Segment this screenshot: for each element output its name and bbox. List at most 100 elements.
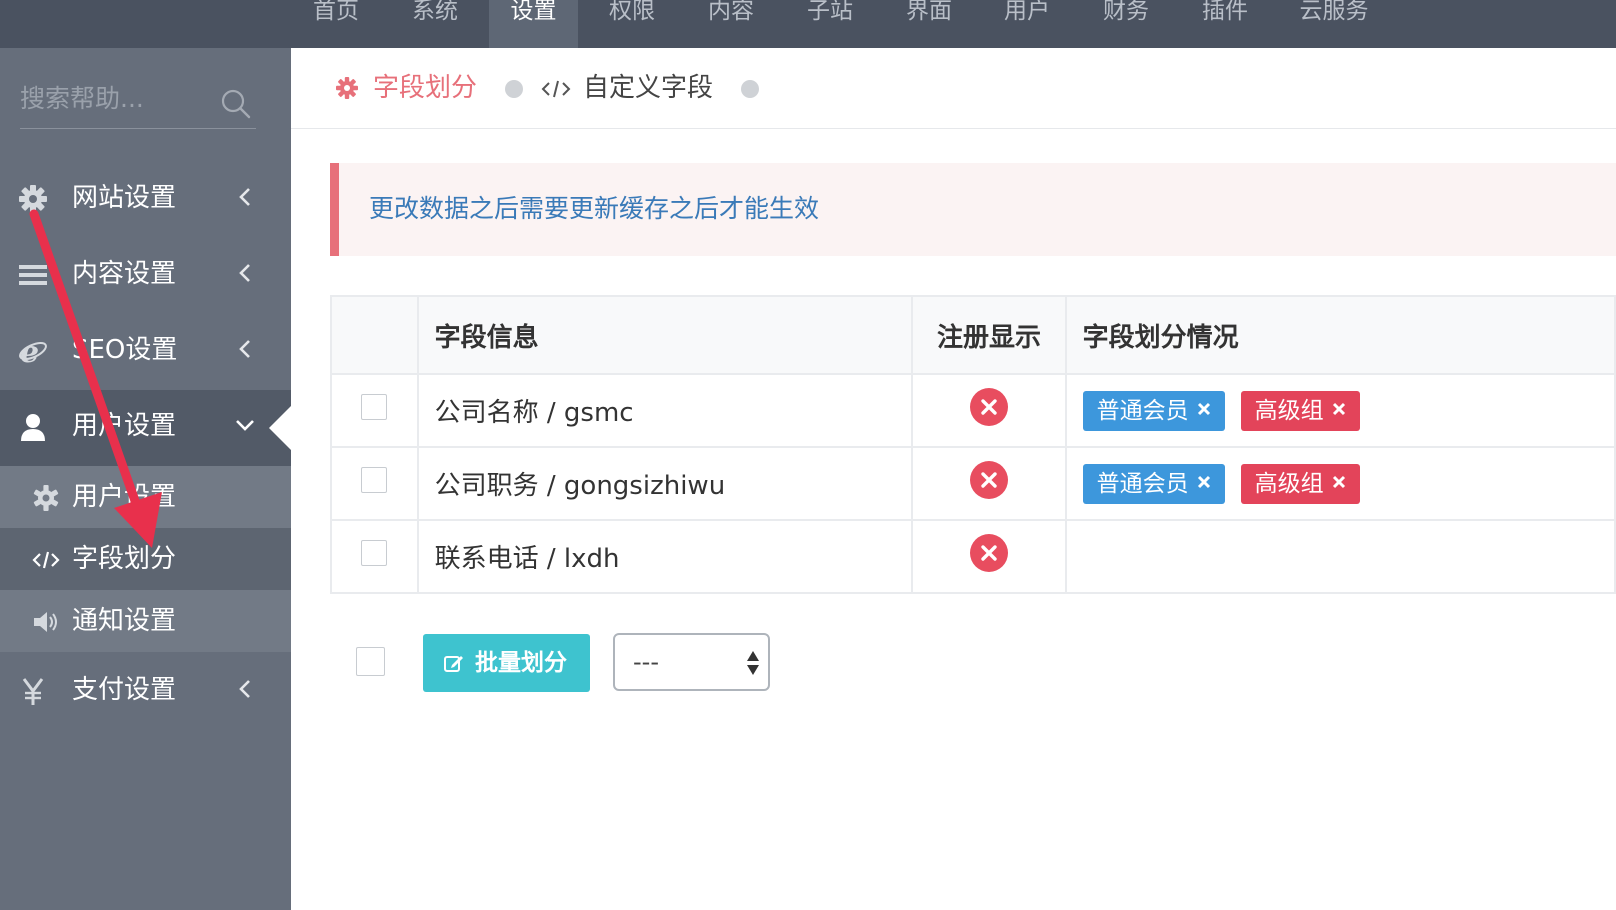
row-select-cell	[330, 373, 419, 448]
group-tag-senior[interactable]: 高级组	[1240, 463, 1360, 504]
batch-divide-button[interactable]: 批量划分	[423, 634, 590, 692]
nav-subsite[interactable]: 子站	[795, 0, 865, 48]
breadcrumb-separator	[505, 80, 523, 98]
row-select-cell	[330, 519, 419, 594]
select-arrows-icon	[747, 651, 759, 675]
sidebar-item-label: 网站设置	[72, 183, 177, 213]
breadcrumb: 字段划分 自定义字段	[291, 48, 1616, 129]
header-select	[330, 295, 419, 375]
breadcrumb-separator	[741, 80, 759, 98]
header-register-display: 注册显示	[911, 295, 1067, 375]
gear-icon	[33, 485, 59, 511]
nav-home[interactable]: 首页	[300, 0, 372, 48]
chevron-left-icon	[239, 264, 250, 282]
close-icon	[981, 545, 997, 561]
volume-icon	[34, 612, 57, 632]
list-icon	[19, 265, 47, 285]
tag-label: 高级组	[1254, 397, 1324, 424]
field-table: 字段信息 注册显示 字段划分情况 公司名称 / gsmc 普通会员 高级组 公司职…	[330, 295, 1616, 594]
cache-notice-alert: 更改数据之后需要更新缓存之后才能生效	[330, 163, 1616, 256]
header-field-info: 字段信息	[416, 295, 914, 375]
select-all-checkbox[interactable]	[356, 647, 385, 676]
register-display-cell	[911, 519, 1067, 594]
sidebar-item-label: SEO设置	[72, 335, 178, 365]
search-icon[interactable]	[220, 88, 252, 120]
tag-label: 普通会员	[1096, 397, 1189, 424]
field-info-cell: 公司名称 / gsmc	[416, 373, 914, 448]
sidebar-item-seo-settings[interactable]: e SEO设置	[0, 314, 291, 390]
row-checkbox[interactable]	[361, 467, 388, 493]
close-icon[interactable]	[1332, 402, 1346, 416]
alert-text: 更改数据之后需要更新缓存之后才能生效	[369, 194, 820, 223]
nav-system[interactable]: 系统	[400, 0, 470, 48]
group-tag-senior[interactable]: 高级组	[1240, 390, 1360, 431]
field-info-cell: 联系电话 / lxdh	[416, 519, 914, 594]
active-indicator-notch	[269, 404, 293, 452]
sidebar-item-label: 内容设置	[72, 259, 177, 289]
register-display-cell	[911, 373, 1067, 448]
code-icon	[32, 551, 60, 569]
tag-label: 普通会员	[1096, 470, 1189, 497]
nav-cloud[interactable]: 云服务	[1288, 0, 1380, 48]
group-tag-regular[interactable]: 普通会员	[1082, 463, 1225, 504]
sidebar-item-content-settings[interactable]: 内容设置	[0, 238, 291, 314]
nav-users[interactable]: 用户	[992, 0, 1062, 48]
sidebar-search	[20, 78, 256, 129]
breadcrumb-current[interactable]: 字段划分	[373, 70, 477, 106]
chevron-left-icon	[239, 680, 250, 698]
close-icon[interactable]	[1332, 475, 1346, 489]
sidebar-item-website-settings[interactable]: 网站设置	[0, 162, 291, 238]
close-icon	[981, 472, 997, 488]
field-info: 联系电话 / lxdh	[434, 544, 620, 574]
header-field-info-label: 字段信息	[434, 322, 539, 353]
field-status-cell	[1064, 519, 1616, 594]
sidebar-subitem-field-division[interactable]: 字段划分	[0, 528, 291, 590]
table-row: 公司名称 / gsmc 普通会员 高级组	[330, 373, 1616, 448]
nav-interface[interactable]: 界面	[894, 0, 964, 48]
sidebar-item-label: 支付设置	[72, 675, 177, 705]
ie-icon: e	[19, 336, 47, 366]
breadcrumb-custom-fields[interactable]: 自定义字段	[583, 70, 713, 106]
nav-permissions[interactable]: 权限	[597, 0, 667, 48]
sidebar-subitem-notification-settings[interactable]: 通知设置	[0, 590, 291, 652]
row-select-cell	[330, 446, 419, 521]
field-info-cell: 公司职务 / gongsizhiwu	[416, 446, 914, 521]
yen-icon	[22, 678, 44, 705]
close-icon	[981, 399, 997, 415]
header-register-display-label: 注册显示	[936, 322, 1041, 353]
header-field-status: 字段划分情况	[1064, 295, 1616, 375]
register-display-toggle[interactable]	[969, 534, 1008, 572]
register-display-toggle[interactable]	[969, 461, 1008, 499]
nav-finance[interactable]: 财务	[1091, 0, 1161, 48]
search-input[interactable]	[20, 78, 210, 118]
chevron-left-icon	[239, 188, 250, 206]
field-status-cell: 普通会员 高级组	[1064, 446, 1616, 521]
nav-settings[interactable]: 设置	[489, 0, 578, 48]
gear-icon	[19, 185, 47, 213]
tag-label: 高级组	[1254, 470, 1324, 497]
table-row: 公司职务 / gongsizhiwu 普通会员 高级组	[330, 446, 1616, 521]
sidebar-subitem-user-settings[interactable]: 用户设置	[0, 466, 291, 528]
nav-content[interactable]: 内容	[696, 0, 766, 48]
sidebar-item-label: 用户设置	[72, 411, 177, 441]
chevron-left-icon	[239, 340, 250, 358]
close-icon[interactable]	[1197, 475, 1211, 489]
group-select-value: ---	[633, 648, 659, 676]
sidebar-subitem-label: 通知设置	[72, 606, 177, 636]
register-display-toggle[interactable]	[969, 388, 1008, 426]
user-icon	[21, 414, 45, 441]
top-navigation: 首页 系统 设置 权限 内容 子站 界面 用户 财务 插件 云服务	[0, 0, 1616, 48]
nav-plugins[interactable]: 插件	[1190, 0, 1260, 48]
row-checkbox[interactable]	[361, 394, 388, 420]
field-info: 公司名称 / gsmc	[434, 398, 634, 428]
chevron-down-icon	[236, 420, 254, 431]
table-row: 联系电话 / lxdh	[330, 519, 1616, 594]
field-status-cell: 普通会员 高级组	[1064, 373, 1616, 448]
row-checkbox[interactable]	[361, 540, 388, 566]
group-tag-regular[interactable]: 普通会员	[1082, 390, 1225, 431]
group-select[interactable]: ---	[613, 633, 770, 691]
sidebar-item-payment-settings[interactable]: 支付设置	[0, 654, 291, 730]
close-icon[interactable]	[1197, 402, 1211, 416]
code-icon	[541, 80, 571, 98]
sidebar-item-user-settings[interactable]: 用户设置	[0, 390, 291, 466]
